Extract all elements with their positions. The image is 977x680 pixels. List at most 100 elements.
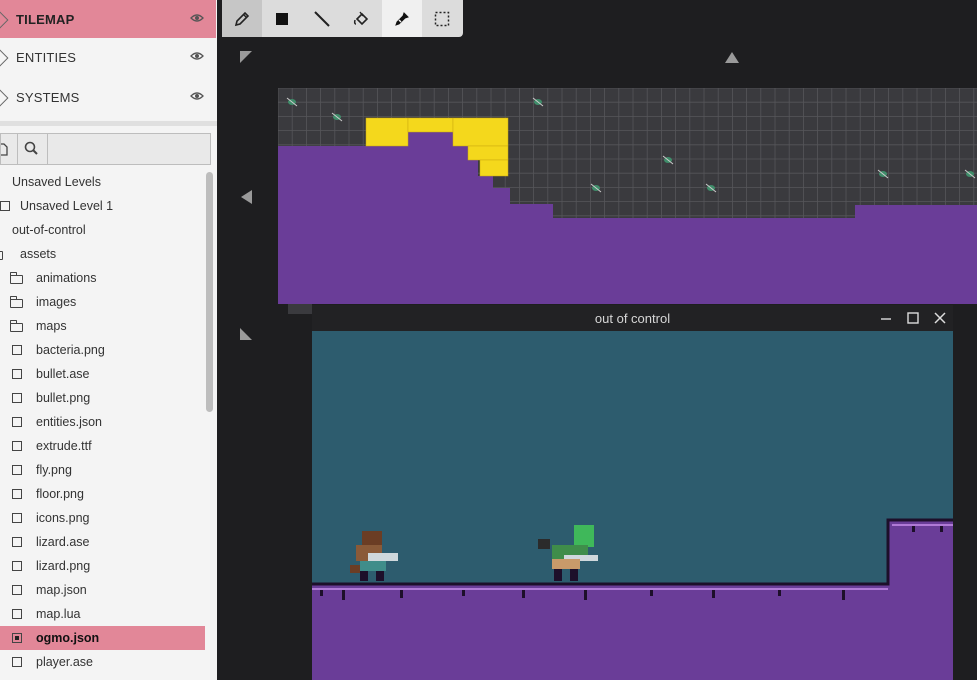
search-button[interactable] [17,134,48,164]
eye-icon[interactable] [190,13,204,23]
rectangle-tool[interactable] [262,0,302,37]
close-icon[interactable] [932,310,948,326]
tree-item-label: images [36,295,77,309]
eyedropper-tool[interactable] [382,0,422,37]
folder-icon [9,272,23,284]
tree-item[interactable]: extrude.ttf [0,434,205,458]
maximize-icon[interactable] [905,310,921,326]
layer-tilemap[interactable]: TILEMAP [0,0,216,38]
layer-entities[interactable]: ENTITIES [0,38,216,76]
line-icon [314,10,330,27]
tree-item-label: bacteria.png [36,343,105,357]
tree-item-label: Unsaved Level 1 [20,199,114,213]
tree-scrollbar[interactable] [206,172,213,412]
divider [0,121,217,126]
minimize-icon[interactable] [878,310,894,326]
tree-item-label: fly.png [36,463,72,477]
tree-item-label: map.json [36,583,87,597]
folder-icon [0,251,3,260]
tree-item[interactable]: Unsaved Levels [0,170,205,194]
window-titlebar[interactable]: out of control [312,305,953,331]
tree-item[interactable]: bullet.ase [0,362,205,386]
tree-item-label: Unsaved Levels [12,175,101,189]
dashed-rectangle-icon [434,11,450,26]
tree-item-label: maps [36,319,67,333]
window-title: out of control [594,311,671,326]
paint-bucket-icon [353,11,369,25]
search-bar [0,133,211,165]
layer-label: SYSTEMS [16,89,80,105]
file-icon [12,369,22,379]
file-icon [12,417,22,427]
file-icon [12,441,22,451]
file-icon [12,657,22,667]
layer-icon [0,89,9,107]
tree-item[interactable]: map.lua [0,602,205,626]
tree-item[interactable]: fly.png [0,458,205,482]
filled-square-icon [276,12,288,25]
eye-icon[interactable] [190,51,204,61]
tree-item[interactable]: floor.png [0,482,205,506]
layer-systems[interactable]: SYSTEMS [0,78,216,116]
file-icon [12,345,22,355]
file-icon [12,489,22,499]
tool-palette [222,0,463,37]
document-icon [0,143,8,156]
tree-item[interactable]: out-of-control [0,218,205,242]
folder-icon [9,296,23,308]
layer-label: ENTITIES [16,49,77,65]
game-viewport[interactable] [312,331,953,680]
tree-item[interactable]: lizard.ase [0,530,205,554]
file-icon [12,393,22,403]
tree-item-label: extrude.ttf [36,439,92,453]
tree-item[interactable]: entities.json [0,410,205,434]
tree-item[interactable]: lizard.png [0,554,205,578]
resize-corner-top-left-icon[interactable] [240,51,254,65]
layer-label: TILEMAP [16,11,75,27]
level-icon [0,201,10,211]
tree-item[interactable]: images [0,290,205,314]
layer-icon [0,49,9,67]
tree-item-label: out-of-control [12,223,86,237]
line-tool[interactable] [302,0,342,37]
eyedropper-icon [395,11,409,26]
tree-item[interactable]: assets [0,242,205,266]
level-grid[interactable] [278,88,977,304]
fill-tool[interactable] [342,0,382,37]
level-shadow [288,304,312,314]
tree-item[interactable]: bacteria.png [0,338,205,362]
tree-item-label: player.ase [36,655,93,669]
eye-icon[interactable] [190,91,204,101]
tree-item[interactable]: ogmo.json [0,626,205,650]
search-icon [24,141,38,155]
resize-arrow-up-icon[interactable] [725,52,739,64]
tree-item-label: lizard.ase [36,535,90,549]
tree-item-label: bullet.ase [36,367,90,381]
select-tool[interactable] [422,0,462,37]
tree-item[interactable]: maps [0,314,205,338]
tree-item[interactable]: Unsaved Level 1 [0,194,205,218]
search-input[interactable] [48,134,210,164]
file-icon [12,609,22,619]
tree-item-label: bullet.png [36,391,91,405]
tree-item-label: lizard.png [36,559,91,573]
resize-arrow-left-icon[interactable] [241,190,253,204]
tree-item-label: entities.json [36,415,103,429]
game-window[interactable]: out of control [312,305,953,680]
resize-corner-bottom-left-icon[interactable] [240,328,254,342]
file-icon [12,633,22,643]
tree-item-label: ogmo.json [36,631,100,645]
tree-item[interactable]: map.json [0,578,205,602]
tree-item[interactable]: player.ase [0,650,205,674]
tree-item[interactable]: bullet.png [0,386,205,410]
tree-item[interactable]: icons.png [0,506,205,530]
tree-item[interactable]: animations [0,266,205,290]
game-scene [312,331,953,680]
folder-icon [9,320,23,332]
layer-icon [0,11,9,29]
tree-item-label: floor.png [36,487,84,501]
tree-item-label: map.lua [36,607,81,621]
file-icon [12,585,22,595]
pencil-tool[interactable] [222,0,262,37]
new-file-button[interactable] [0,134,18,164]
